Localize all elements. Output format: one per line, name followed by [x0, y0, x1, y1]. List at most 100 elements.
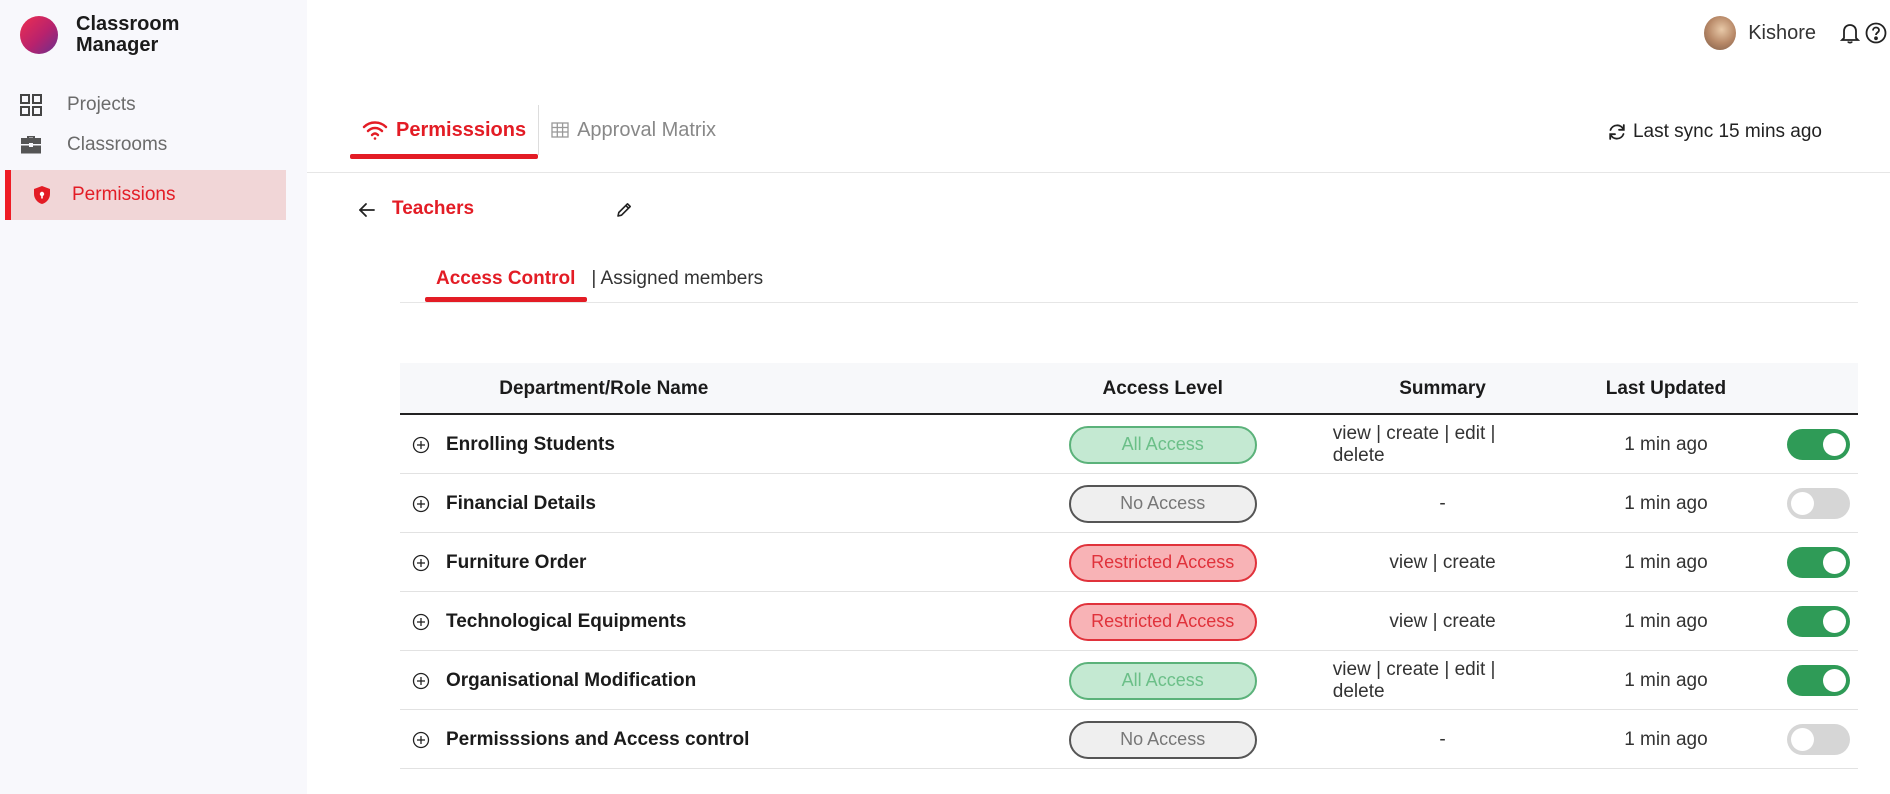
- table-row: Financial Details No Access - 1 min ago: [400, 474, 1858, 533]
- role-name: Permisssions and Access control: [446, 728, 750, 750]
- pencil-icon[interactable]: [614, 200, 634, 220]
- toggle-knob: [1790, 728, 1814, 751]
- header-divider: [307, 172, 1890, 173]
- table-row: Enrolling Students All Access view | creat…: [400, 415, 1858, 474]
- table-row: Permisssions and Access control No Access…: [400, 710, 1858, 769]
- role-name: Furniture Order: [446, 551, 587, 573]
- role-cell: Financial Details: [400, 474, 920, 533]
- tab-access-control[interactable]: Access Control: [425, 268, 588, 302]
- expand-plus-icon[interactable]: [412, 436, 430, 454]
- grid-icon: [20, 94, 42, 116]
- sidebar-item-permissions[interactable]: Permissions: [5, 170, 286, 220]
- summary-cell: -: [1439, 492, 1446, 514]
- expand-plus-icon[interactable]: [412, 495, 430, 513]
- last-updated-cell: 1 min ago: [1624, 551, 1708, 573]
- page-title: Teachers: [392, 198, 475, 219]
- brand: Classroom Manager: [20, 14, 186, 56]
- bell-icon[interactable]: [1838, 21, 1862, 45]
- back-arrow-icon[interactable]: [357, 200, 377, 220]
- last-sync[interactable]: Last sync 15 mins ago: [1607, 121, 1822, 143]
- user-bar: Kishore: [1704, 14, 1890, 52]
- access-level-badge[interactable]: All Access: [1068, 661, 1257, 700]
- enable-toggle[interactable]: [1786, 488, 1850, 519]
- briefcase-icon: [20, 134, 42, 156]
- wifi-icon: [362, 119, 388, 141]
- tab-approval-matrix[interactable]: Approval Matrix: [538, 105, 728, 155]
- sync-text: Last sync 15 mins ago: [1632, 121, 1822, 142]
- brand-logo: [20, 16, 58, 54]
- expand-plus-icon[interactable]: [412, 554, 430, 572]
- role-name: Organisational Modification: [446, 669, 697, 691]
- summary-cell: view | create: [1389, 551, 1496, 573]
- role-name: Enrolling Students: [446, 433, 615, 455]
- role-name: Technological Equipments: [446, 610, 687, 632]
- role-cell: Permisssions and Access control: [400, 710, 920, 769]
- toggle-knob: [1822, 551, 1846, 574]
- last-updated-cell: 1 min ago: [1624, 610, 1708, 632]
- top-tabs: Permisssions Approval Matrix: [350, 105, 728, 161]
- toggle-knob: [1822, 610, 1846, 633]
- toggle-knob: [1790, 492, 1814, 515]
- access-level-badge[interactable]: No Access: [1068, 484, 1257, 523]
- access-cell: Restricted Access: [1061, 592, 1265, 651]
- refresh-icon: [1607, 122, 1627, 142]
- expand-plus-icon[interactable]: [412, 731, 430, 749]
- sub-tabs-divider: [400, 302, 1858, 303]
- enable-toggle[interactable]: [1786, 665, 1850, 696]
- sidebar-item-label: Projects: [67, 94, 136, 115]
- role-name: Financial Details: [446, 492, 596, 514]
- sidebar-item-label: Permissions: [72, 184, 176, 205]
- app-name: Classroom Manager: [76, 13, 180, 56]
- access-cell: All Access: [1061, 415, 1265, 474]
- table-row: Technological Equipments Restricted Acces…: [400, 592, 1858, 651]
- last-updated-cell: 1 min ago: [1624, 433, 1708, 455]
- tab-permissions[interactable]: Permisssions: [350, 105, 539, 159]
- summary-cell: -: [1439, 728, 1446, 750]
- sub-tabs: Access Control | Assigned members: [425, 264, 763, 302]
- toggle-knob: [1822, 669, 1846, 692]
- expand-plus-icon[interactable]: [412, 672, 430, 690]
- sidebar: Classroom Manager Projects Classrooms Pe…: [0, 0, 307, 794]
- table-icon: [551, 122, 569, 138]
- expand-plus-icon[interactable]: [412, 613, 430, 631]
- access-level-badge[interactable]: Restricted Access: [1068, 543, 1257, 582]
- access-level-badge[interactable]: All Access: [1068, 425, 1257, 464]
- permissions-table: Department/Role Name Access Level Summar…: [400, 363, 1858, 769]
- access-level-badge[interactable]: No Access: [1068, 720, 1257, 759]
- role-cell: Technological Equipments: [400, 592, 920, 651]
- column-header: Department/Role Name: [499, 378, 709, 399]
- last-updated-cell: 1 min ago: [1624, 728, 1708, 750]
- table-row: Organisational Modification All Access vie…: [400, 651, 1858, 710]
- role-cell: Enrolling Students: [400, 415, 920, 474]
- access-level-badge[interactable]: Restricted Access: [1068, 602, 1257, 641]
- last-updated-cell: 1 min ago: [1624, 669, 1708, 691]
- table-row: Furniture Order Restricted Access view | c…: [400, 533, 1858, 592]
- enable-toggle[interactable]: [1786, 724, 1850, 755]
- avatar[interactable]: [1704, 16, 1737, 50]
- last-updated-cell: 1 min ago: [1624, 492, 1708, 514]
- user-name[interactable]: Kishore: [1748, 22, 1816, 45]
- access-cell: All Access: [1061, 651, 1265, 710]
- enable-toggle[interactable]: [1786, 606, 1850, 637]
- column-header: Access Level: [1102, 378, 1223, 399]
- sidebar-item-classrooms[interactable]: Classrooms: [0, 120, 286, 170]
- summary-cell: view | create | edit | delete: [1332, 422, 1496, 466]
- role-cell: Organisational Modification: [400, 651, 920, 710]
- tab-assigned-members[interactable]: | Assigned members: [587, 268, 763, 290]
- access-cell: No Access: [1061, 474, 1265, 533]
- summary-cell: view | create: [1389, 610, 1496, 632]
- summary-cell: view | create | edit | delete: [1332, 658, 1496, 702]
- column-header: Last Updated: [1605, 378, 1727, 399]
- toggle-knob: [1822, 433, 1846, 456]
- table-body: Enrolling Students All Access view | creat…: [400, 415, 1858, 769]
- enable-toggle[interactable]: [1786, 429, 1850, 460]
- access-cell: Restricted Access: [1061, 533, 1265, 592]
- role-cell: Furniture Order: [400, 533, 920, 592]
- access-cell: No Access: [1061, 710, 1265, 769]
- enable-toggle[interactable]: [1786, 547, 1850, 578]
- shield-icon: [31, 184, 53, 206]
- help-icon[interactable]: [1864, 21, 1888, 45]
- tab-label: Permisssions: [396, 118, 527, 141]
- sidebar-item-label: Classrooms: [67, 134, 168, 155]
- column-header: Summary: [1399, 378, 1486, 399]
